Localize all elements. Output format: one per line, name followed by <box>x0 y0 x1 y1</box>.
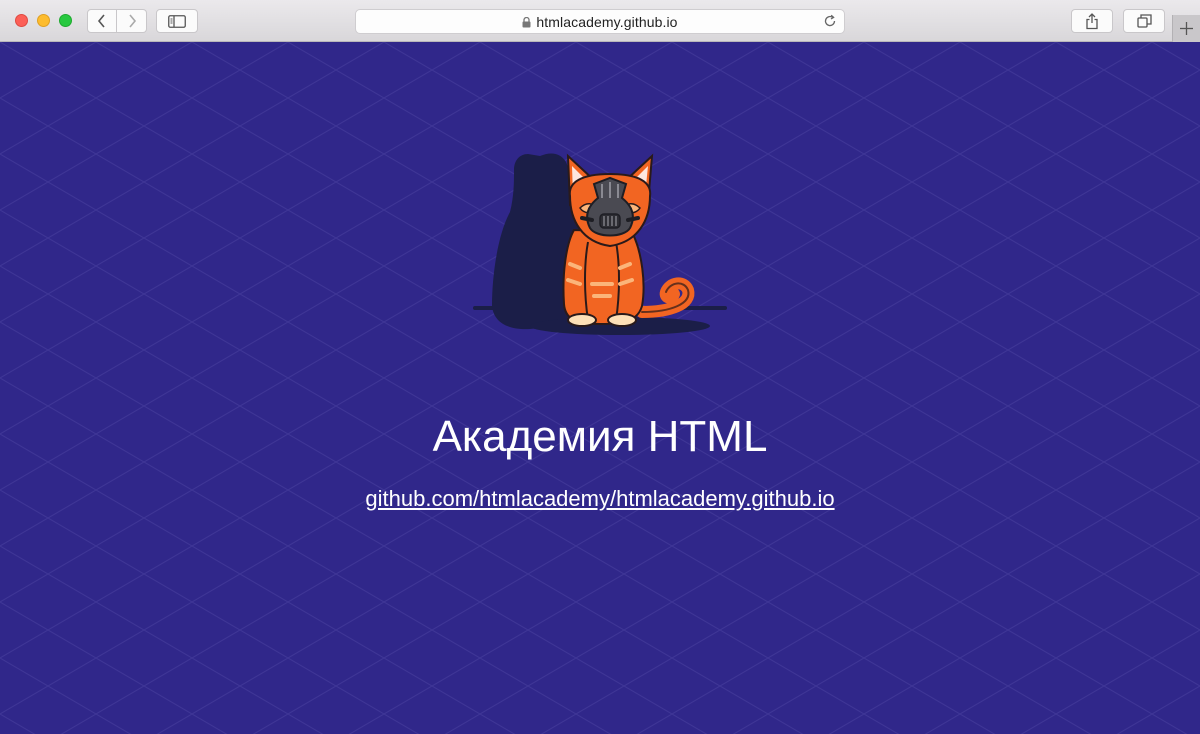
repo-link-wrapper: github.com/htmlacademy/htmlacademy.githu… <box>0 486 1200 512</box>
window-close-button[interactable] <box>15 14 28 27</box>
page-title: Академия HTML <box>432 412 768 461</box>
sidebar-button[interactable] <box>156 9 198 33</box>
browser-toolbar: htmlacademy.github.io <box>0 0 1200 42</box>
plus-icon <box>1180 22 1193 35</box>
window-minimize-button[interactable] <box>37 14 50 27</box>
forward-button[interactable] <box>117 9 147 33</box>
repo-link[interactable]: github.com/htmlacademy/htmlacademy.githu… <box>365 486 834 511</box>
share-icon <box>1086 12 1098 29</box>
masked-cat-logo <box>473 153 727 335</box>
chevron-left-icon <box>97 14 105 28</box>
cat-tail <box>636 277 695 318</box>
chevron-right-icon <box>128 14 136 28</box>
address-bar[interactable]: htmlacademy.github.io <box>355 9 845 34</box>
sidebar-icon <box>168 14 186 28</box>
window-zoom-button[interactable] <box>59 14 72 27</box>
address-text: htmlacademy.github.io <box>536 14 678 30</box>
share-button[interactable] <box>1071 9 1113 33</box>
reload-icon[interactable] <box>823 14 837 28</box>
tabs-overview-button[interactable] <box>1123 9 1165 33</box>
back-button[interactable] <box>87 9 117 33</box>
tabs-overview-icon <box>1136 14 1152 28</box>
new-tab-button[interactable] <box>1172 15 1200 42</box>
lock-icon <box>522 17 531 28</box>
page-viewport: Академия HTML github.com/htmlacademy/htm… <box>0 42 1200 734</box>
